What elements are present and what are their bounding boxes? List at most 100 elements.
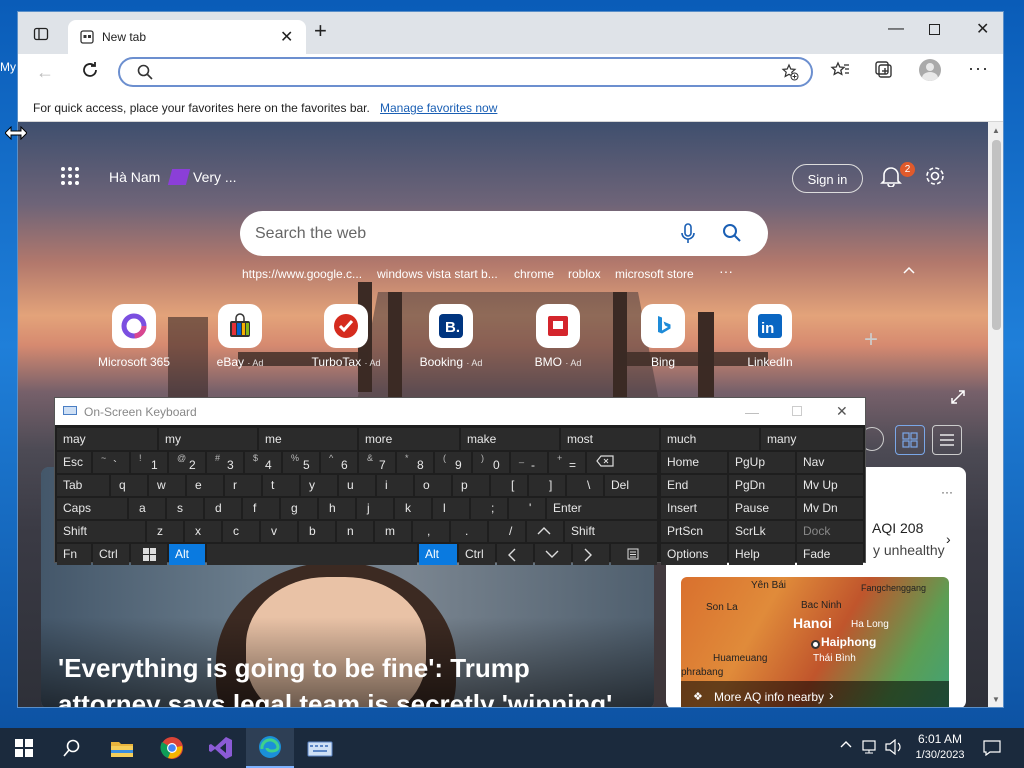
key-tab[interactable]: Tab — [57, 475, 109, 496]
quick-link[interactable]: chrome — [514, 267, 554, 281]
key-semicolon[interactable]: ; — [471, 498, 507, 519]
quick-link[interactable]: microsoft store — [615, 267, 694, 281]
on-screen-keyboard-taskbar-icon[interactable] — [296, 728, 344, 768]
key-esc[interactable]: Esc — [57, 452, 91, 473]
minimize-icon[interactable]: — — [888, 20, 904, 38]
key-scrlk[interactable]: ScrLk — [729, 521, 795, 542]
tile-label[interactable]: Bing — [608, 355, 718, 369]
desktop-icon-label[interactable]: My — [0, 60, 16, 74]
key-8[interactable]: * 8 — [397, 452, 433, 473]
arrow-right-key[interactable] — [573, 544, 609, 565]
key-r[interactable]: r — [225, 475, 261, 496]
more-options-icon[interactable]: ··· — [968, 58, 989, 79]
osk-title-bar[interactable]: On-Screen Keyboard — ✕ — [55, 398, 865, 425]
context-menu-key[interactable] — [611, 544, 657, 565]
key-quote[interactable]: ' — [509, 498, 545, 519]
key-0[interactable]: ) 0 — [473, 452, 509, 473]
quick-link[interactable]: windows vista start b... — [377, 267, 498, 281]
web-search-placeholder[interactable]: Search the web — [255, 225, 366, 243]
key-u[interactable]: u — [339, 475, 375, 496]
notification-center-icon[interactable] — [983, 740, 1001, 756]
location-label[interactable]: Hà Nam — [109, 169, 160, 185]
key-pgup[interactable]: PgUp — [729, 452, 795, 473]
network-icon[interactable] — [862, 739, 880, 755]
key-alt-left[interactable]: Alt — [169, 544, 205, 565]
linkedin-logo-icon[interactable]: in — [748, 304, 792, 348]
tab-actions-icon[interactable] — [18, 14, 64, 54]
key-j[interactable]: j — [357, 498, 393, 519]
bmo-logo-icon[interactable] — [536, 304, 580, 348]
key-f[interactable]: f — [243, 498, 279, 519]
prediction-key[interactable]: most — [561, 428, 659, 450]
maximize-icon[interactable] — [929, 24, 940, 35]
key-s[interactable]: s — [167, 498, 203, 519]
tile-label[interactable]: LinkedIn — [715, 355, 825, 369]
key-9[interactable]: (9 — [435, 452, 471, 473]
key-c[interactable]: c — [223, 521, 259, 542]
key-backtick[interactable]: ~ ` — [93, 452, 129, 473]
prediction-key[interactable]: more — [359, 428, 459, 450]
favorites-icon[interactable] — [830, 61, 850, 79]
prediction-key[interactable]: may — [57, 428, 157, 450]
key-backslash[interactable]: \ — [567, 475, 603, 496]
key-d[interactable]: d — [205, 498, 241, 519]
key-o[interactable]: o — [415, 475, 451, 496]
chrome-icon[interactable] — [148, 728, 196, 768]
quick-link[interactable]: https://www.google.c... — [242, 267, 362, 281]
key-5[interactable]: % 5 — [283, 452, 319, 473]
tile-label[interactable]: Microsoft 365 — [79, 355, 189, 369]
weather-label[interactable]: Very ... — [193, 169, 237, 185]
chevron-right-icon[interactable]: › — [946, 531, 951, 547]
news-headline[interactable]: 'Everything is going to be fine': Trump … — [58, 650, 638, 707]
key-ctrl-right[interactable]: Ctrl — [459, 544, 495, 565]
clock-date[interactable]: 1/30/2023 — [910, 749, 970, 761]
arrow-left-key[interactable] — [497, 544, 533, 565]
add-site-button[interactable]: + — [864, 326, 878, 354]
key-fade[interactable]: Fade — [797, 544, 863, 565]
key-p[interactable]: p — [453, 475, 489, 496]
prediction-key[interactable]: much — [661, 428, 759, 450]
key-pgdn[interactable]: PgDn — [729, 475, 795, 496]
key-k[interactable]: k — [395, 498, 431, 519]
tile-label[interactable]: Booking · Ad — [396, 355, 506, 369]
key-6[interactable]: ^ 6 — [321, 452, 357, 473]
key-shift-left[interactable]: Shift — [57, 521, 145, 542]
key-minus[interactable]: _ - — [511, 452, 547, 473]
scroll-up-icon[interactable]: ▲ — [992, 126, 1000, 135]
start-windows-icon[interactable] — [0, 728, 48, 768]
tile-label[interactable]: BMO · Ad — [503, 355, 613, 369]
space-key[interactable] — [207, 544, 417, 565]
microphone-icon[interactable] — [680, 223, 696, 245]
key-insert[interactable]: Insert — [661, 498, 727, 519]
collections-icon[interactable] — [875, 61, 895, 81]
key-shift-right[interactable]: Shift — [565, 521, 657, 542]
key-i[interactable]: i — [377, 475, 413, 496]
web-search-box[interactable]: Search the web — [240, 211, 768, 256]
windows-key[interactable] — [131, 544, 167, 565]
key-mv-dn[interactable]: Mv Dn — [797, 498, 863, 519]
bing-logo-icon[interactable] — [641, 304, 685, 348]
tab-new-tab[interactable]: New tab ✕ — [68, 20, 306, 54]
tray-overflow-icon[interactable] — [840, 740, 852, 748]
key-n[interactable]: n — [337, 521, 373, 542]
key-options[interactable]: Options — [661, 544, 727, 565]
edge-icon[interactable] — [246, 728, 294, 768]
ebay-logo-icon[interactable] — [218, 304, 262, 348]
profile-avatar[interactable] — [919, 59, 941, 81]
key-v[interactable]: v — [261, 521, 297, 542]
prediction-key[interactable]: many — [761, 428, 863, 450]
arrow-down-key[interactable] — [535, 544, 571, 565]
key-prtscn[interactable]: PrtScn — [661, 521, 727, 542]
close-tab-icon[interactable]: ✕ — [280, 27, 293, 47]
key-h[interactable]: h — [319, 498, 355, 519]
more-quick-links-icon[interactable]: ··· — [719, 263, 733, 279]
key-slash[interactable]: / — [489, 521, 525, 542]
visual-studio-icon[interactable] — [197, 728, 245, 768]
close-icon[interactable]: ✕ — [836, 403, 848, 420]
key-g[interactable]: g — [281, 498, 317, 519]
scroll-down-icon[interactable]: ▼ — [992, 695, 1000, 704]
sign-in-button[interactable]: Sign in — [792, 164, 863, 193]
key-alt-right[interactable]: Alt — [419, 544, 457, 565]
key-7[interactable]: & 7 — [359, 452, 395, 473]
key-nav[interactable]: Nav — [797, 452, 863, 473]
